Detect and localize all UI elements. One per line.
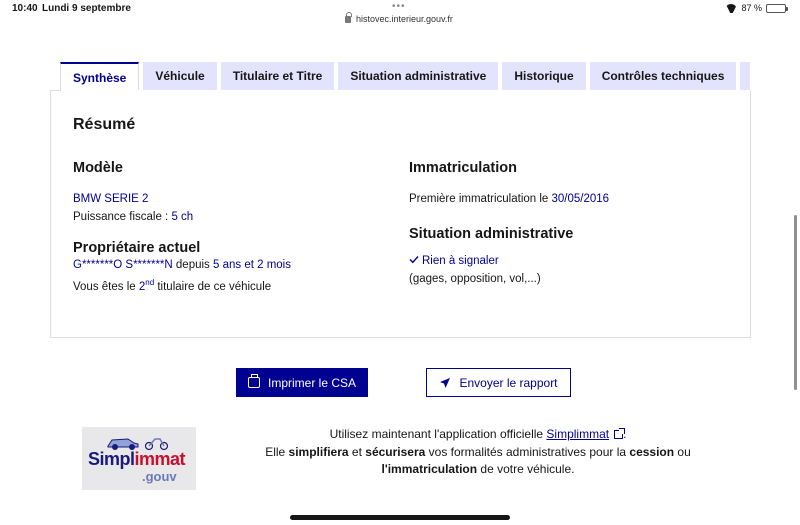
simplimmat-logo[interactable]: Simplimmat .gouv [82, 427, 196, 490]
multitask-dots-icon[interactable]: ••• [392, 1, 406, 12]
first-registration-line: Première immatriculation le 30/05/2016 [409, 190, 729, 208]
print-button-label: Imprimer le CSA [267, 375, 356, 390]
modele-heading: Modèle [73, 160, 123, 176]
promo-text: vos formalités administratives pour la [425, 444, 630, 459]
print-csa-button[interactable]: Imprimer le CSA [236, 368, 368, 397]
promo-bold: cession [629, 444, 675, 459]
external-link-icon [614, 428, 626, 439]
left-column: Modèle BMW SERIE 2 Puissance fiscale : 5… [73, 160, 393, 296]
model-name: BMW SERIE 2 [73, 193, 149, 205]
send-report-button[interactable]: Envoyer le rapport [426, 368, 571, 397]
rank-suffix: titulaire de ce véhicule [154, 280, 272, 293]
rank-prefix: Vous êtes le [73, 280, 139, 293]
address-bar[interactable]: histovec.interieur.gouv.fr [345, 11, 453, 24]
tab-historique[interactable]: Historique [502, 62, 586, 90]
promo-bold: l'immatriculation [381, 462, 478, 476]
send-button-label: Envoyer le rapport [459, 375, 558, 390]
tab-controles-techniques[interactable]: Contrôles techniques [589, 62, 737, 90]
promo-line-3: l'immatriculation de votre véhicule. [228, 461, 728, 479]
situation-heading: Situation administrative [409, 226, 574, 242]
owner-name: G*******O S*******N [73, 259, 173, 271]
synthese-panel: Résumé Modèle BMW SERIE 2 Puissance fisc… [50, 90, 751, 338]
logo-wordmark: Simplimmat [88, 449, 186, 470]
promo-line-2: Elle simplifiera et sécurisera vos forma… [228, 444, 728, 462]
lock-icon [345, 11, 352, 23]
puissance-value: 5 ch [171, 211, 194, 223]
report-tabs: Synthèse Véhicule Titulaire et Titre Situat… [60, 62, 750, 90]
printer-icon [247, 374, 260, 388]
home-indicator[interactable] [290, 515, 510, 520]
right-column: Immatriculation Première immatriculation… [409, 160, 729, 288]
tab-vehicule[interactable]: Véhicule [143, 62, 217, 90]
promo-prefix: Utilisez maintenant l'application offici… [329, 427, 547, 441]
puissance-label: Puissance fiscale : [73, 211, 172, 223]
promo-text: et [348, 444, 366, 459]
check-icon [409, 256, 419, 264]
status-time: 10:40 [12, 3, 38, 14]
owner-rank-line: Vous êtes le 2nd titulaire de ce véhicul… [73, 274, 393, 296]
logo-gouv: .gouv [142, 469, 177, 484]
address-url: histovec.interieur.gouv.fr [356, 14, 453, 24]
rank-number: 2nd [139, 278, 155, 293]
tab-kilo[interactable]: Kilo [740, 62, 750, 90]
tab-titulaire-et-titre[interactable]: Titulaire et Titre [220, 62, 335, 90]
battery-percent: 87 % [741, 3, 762, 13]
proprietaire-line: G*******O S*******N depuis 5 ans et 2 mo… [73, 256, 393, 274]
puissance-line: Puissance fiscale : 5 ch [73, 208, 393, 226]
logo-immat: immat [134, 449, 186, 469]
simplimmat-link[interactable]: Simplimmat [546, 427, 609, 441]
scrollbar[interactable] [794, 215, 797, 390]
tab-situation-administrative[interactable]: Situation administrative [338, 62, 499, 90]
promo-text: Elle [265, 444, 289, 459]
battery-icon [766, 3, 788, 13]
rank-sup: nd [145, 278, 155, 287]
situation-details: (gages, opposition, vol,...) [409, 273, 541, 285]
status-date: Lundi 9 septembre [42, 3, 131, 14]
send-icon [440, 377, 451, 388]
owner-duration: 5 ans et 2 mois [213, 259, 291, 271]
promo-bold: simplifiera [288, 444, 349, 459]
first-registration-date: 30/05/2016 [551, 193, 610, 205]
situation-status: Rien à signaler [422, 255, 499, 267]
situation-status-line: Rien à signaler [409, 252, 729, 270]
wifi-icon [725, 4, 737, 13]
status-indicators: 87 % [725, 3, 788, 13]
promo-line-1: Utilisez maintenant l'application offici… [228, 426, 728, 444]
promo-bold: sécurisera [365, 444, 426, 459]
immatriculation-heading: Immatriculation [409, 160, 517, 176]
status-bar: 10:40 Lundi 9 septembre ••• histovec.int… [0, 0, 800, 30]
promo-text: de votre véhicule. [477, 462, 575, 476]
proprietaire-heading: Propriétaire actuel [73, 240, 201, 256]
first-registration-label: Première immatriculation le [409, 193, 552, 205]
depuis-label: depuis [172, 259, 213, 271]
promo-text: ou [674, 444, 691, 459]
panel-title: Résumé [73, 116, 136, 133]
simplimmat-promo: Utilisez maintenant l'application offici… [228, 426, 728, 479]
logo-simpl: Simpl [88, 449, 135, 469]
tab-synthese[interactable]: Synthèse [60, 62, 140, 90]
